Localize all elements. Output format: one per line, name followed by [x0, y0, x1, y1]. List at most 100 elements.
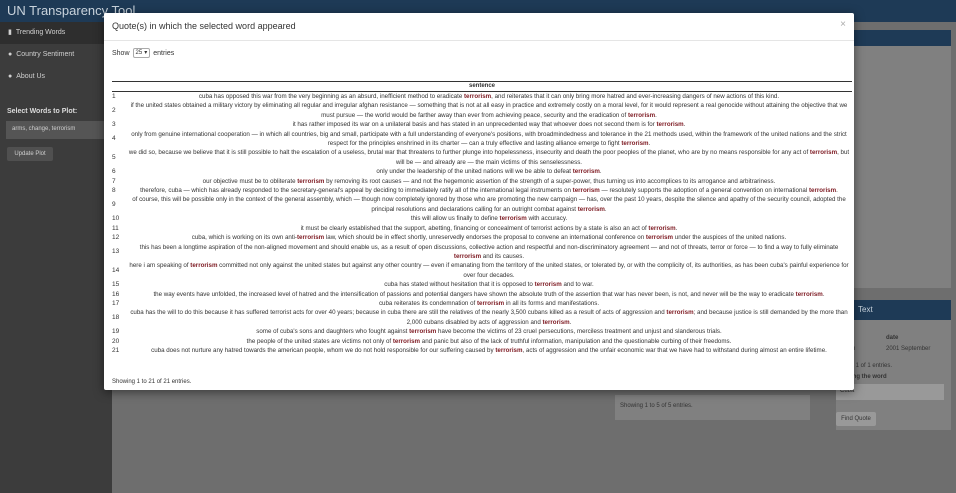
sentence-cell: cuba reiterates its condemnation of terr… — [378, 299, 600, 307]
sentence-cell: the way events have unfolded, the increa… — [153, 290, 825, 298]
row-number: 5 — [112, 154, 116, 162]
table-row[interactable]: 20 the people of the united states are vi… — [112, 337, 852, 346]
row-number: 6 — [112, 168, 116, 176]
table-row[interactable]: 16 the way events have unfolded, the incr… — [112, 290, 852, 299]
highlighted-word: terrorism — [495, 346, 523, 354]
row-number: 16 — [112, 290, 120, 298]
quotes-modal: Quote(s) in which the selected word appe… — [104, 13, 854, 390]
row-number: 7 — [112, 177, 116, 185]
sidebar-item-country-sentiment[interactable]: ● Country Sentiment — [0, 44, 112, 66]
sentence-cell: this has been a longtime aspiration of t… — [139, 243, 839, 260]
highlighted-word: terrorism — [648, 224, 676, 232]
row-number: 14 — [112, 267, 120, 275]
select-words-label: Select Words to Plot: — [7, 108, 78, 115]
highlighted-word: terrorism — [297, 234, 325, 242]
table-row[interactable]: 4 only from genuine international coopera… — [112, 130, 852, 149]
table-row[interactable]: 5 we did so, because we believe that it i… — [112, 148, 852, 167]
highlighted-word: terrorism — [645, 234, 674, 242]
highlighted-word: terrorism — [409, 328, 437, 336]
chart-icon: ▮ — [8, 29, 12, 36]
sentence-cell: our objective must be to obliterate terr… — [202, 177, 776, 185]
words-select[interactable]: arms, change, terrorism — [6, 121, 106, 139]
table-cell: 2001 September — [886, 346, 931, 352]
modal-title: Quote(s) in which the selected word appe… — [112, 21, 296, 31]
date-column-header: date — [886, 335, 899, 341]
sidebar-item-about-us[interactable]: ● About Us — [0, 66, 112, 88]
table-row[interactable]: 17 cuba reiterates its condemnation of te… — [112, 299, 852, 308]
sentence-cell: it has rather imposed its war on a unila… — [292, 121, 686, 129]
close-icon[interactable]: × — [840, 19, 846, 30]
table-info: Showing 1 to 21 of 21 entries. — [112, 379, 192, 385]
table-row[interactable]: 21 cuba does not nurture any hatred towar… — [112, 346, 852, 355]
row-number: 19 — [112, 328, 120, 336]
table-row[interactable]: 7 our objective must be to obliterate ter… — [112, 177, 852, 186]
table-row[interactable]: 13 this has been a longtime aspiration of… — [112, 243, 852, 262]
table-row[interactable]: 15 cuba has stated without hesitation tha… — [112, 280, 852, 289]
highlighted-word: terrorism — [476, 299, 505, 307]
table-row[interactable]: 19 some of cuba's sons and daughters who … — [112, 327, 852, 336]
sentence-cell: cuba does not nurture any hatred towards… — [151, 346, 827, 354]
modal-header: Quote(s) in which the selected word appe… — [104, 13, 854, 41]
table-body: 1 cuba has opposed this war from the very… — [112, 92, 852, 355]
find-quote-button[interactable]: Find Quote — [836, 412, 876, 426]
row-number: 13 — [112, 248, 120, 256]
row-number: 8 — [112, 187, 116, 195]
show-label: Show — [112, 49, 130, 57]
sentence-cell: of course, this will be possible only in… — [132, 196, 846, 213]
sentence-cell: if the united states obtained a military… — [130, 102, 848, 119]
table-row[interactable]: 14 here i am speaking of terrorism commit… — [112, 261, 852, 280]
row-number: 4 — [112, 135, 116, 143]
highlighted-word: terrorism — [572, 187, 600, 195]
person-icon: ● — [8, 51, 13, 58]
highlighted-word: terrorism — [627, 111, 656, 119]
row-number: 11 — [112, 224, 119, 232]
row-number: 17 — [112, 299, 120, 307]
table-row[interactable]: 2 if the united states obtained a militar… — [112, 101, 852, 120]
group-icon: ● — [8, 73, 13, 80]
table-row[interactable]: 1 cuba has opposed this war from the very… — [112, 92, 852, 101]
table-row[interactable]: 9 of course, this will be possible only i… — [112, 195, 852, 214]
table-row[interactable]: 18 cuba has the will to do this because i… — [112, 308, 852, 327]
column-header-sentence[interactable]: sentence — [112, 81, 852, 92]
entries-label: entries — [153, 49, 175, 57]
highlighted-word: terrorism — [577, 205, 605, 213]
table-row[interactable]: 12 cuba, which is working on its own anti… — [112, 233, 852, 242]
sidebar-item-label: Country Sentiment — [16, 51, 75, 58]
sidebar: ▮ Trending Words ● Country Sentiment ● A… — [0, 22, 112, 493]
highlighted-word: terrorism — [392, 337, 421, 345]
table-row[interactable]: 10 this will allow us finally to define t… — [112, 214, 852, 223]
chevron-down-icon: ▾ — [144, 49, 148, 56]
bottom-table-info: Showing 1 to 5 of 5 entries. — [615, 395, 810, 420]
page-length-select[interactable]: 25 ▾ — [132, 48, 151, 58]
update-plot-button[interactable]: Update Plot — [7, 147, 53, 161]
quotes-table: sentence 1 cuba has opposed this war from… — [112, 81, 852, 355]
sentence-cell: cuba has opposed this war from the very … — [198, 93, 780, 100]
page-length-control: Show 25 ▾ entries — [112, 48, 174, 58]
page-length-value: 25 — [135, 49, 143, 56]
highlighted-word: terrorism — [453, 252, 482, 260]
sentence-cell: some of cuba's sons and daughters who fo… — [256, 328, 722, 336]
table-row[interactable]: 11 it must be clearly established that th… — [112, 224, 852, 233]
sentence-cell: it must be clearly established that the … — [300, 224, 678, 232]
row-number: 20 — [112, 337, 120, 345]
highlighted-word: terrorism — [572, 168, 600, 176]
table-row[interactable]: 3 it has rather imposed its war on a unil… — [112, 120, 852, 129]
highlighted-word: terrorism — [190, 262, 218, 270]
row-number: 12 — [112, 234, 120, 242]
row-number: 9 — [112, 201, 116, 209]
sentence-cell: the people of the united states are vict… — [246, 337, 732, 345]
highlighted-word: terrorism — [464, 93, 492, 100]
table-row[interactable]: 6 only under the leadership of the united… — [112, 167, 852, 176]
row-number: 1 — [112, 93, 116, 100]
row-number: 21 — [112, 346, 120, 354]
highlighted-word: terrorism — [297, 177, 325, 185]
sidebar-item-trending-words[interactable]: ▮ Trending Words — [0, 22, 112, 44]
sentence-cell: cuba has the will to do this because it … — [130, 309, 848, 326]
table-row[interactable]: 8 therefore, cuba — which has already res… — [112, 186, 852, 195]
sentence-cell: here i am speaking of terrorism committe… — [129, 262, 849, 279]
row-number: 10 — [112, 215, 120, 223]
highlighted-word: terrorism — [621, 140, 649, 148]
highlighted-word: terrorism — [809, 149, 838, 157]
highlighted-word: terrorism — [666, 309, 694, 317]
row-number: 18 — [112, 314, 120, 322]
